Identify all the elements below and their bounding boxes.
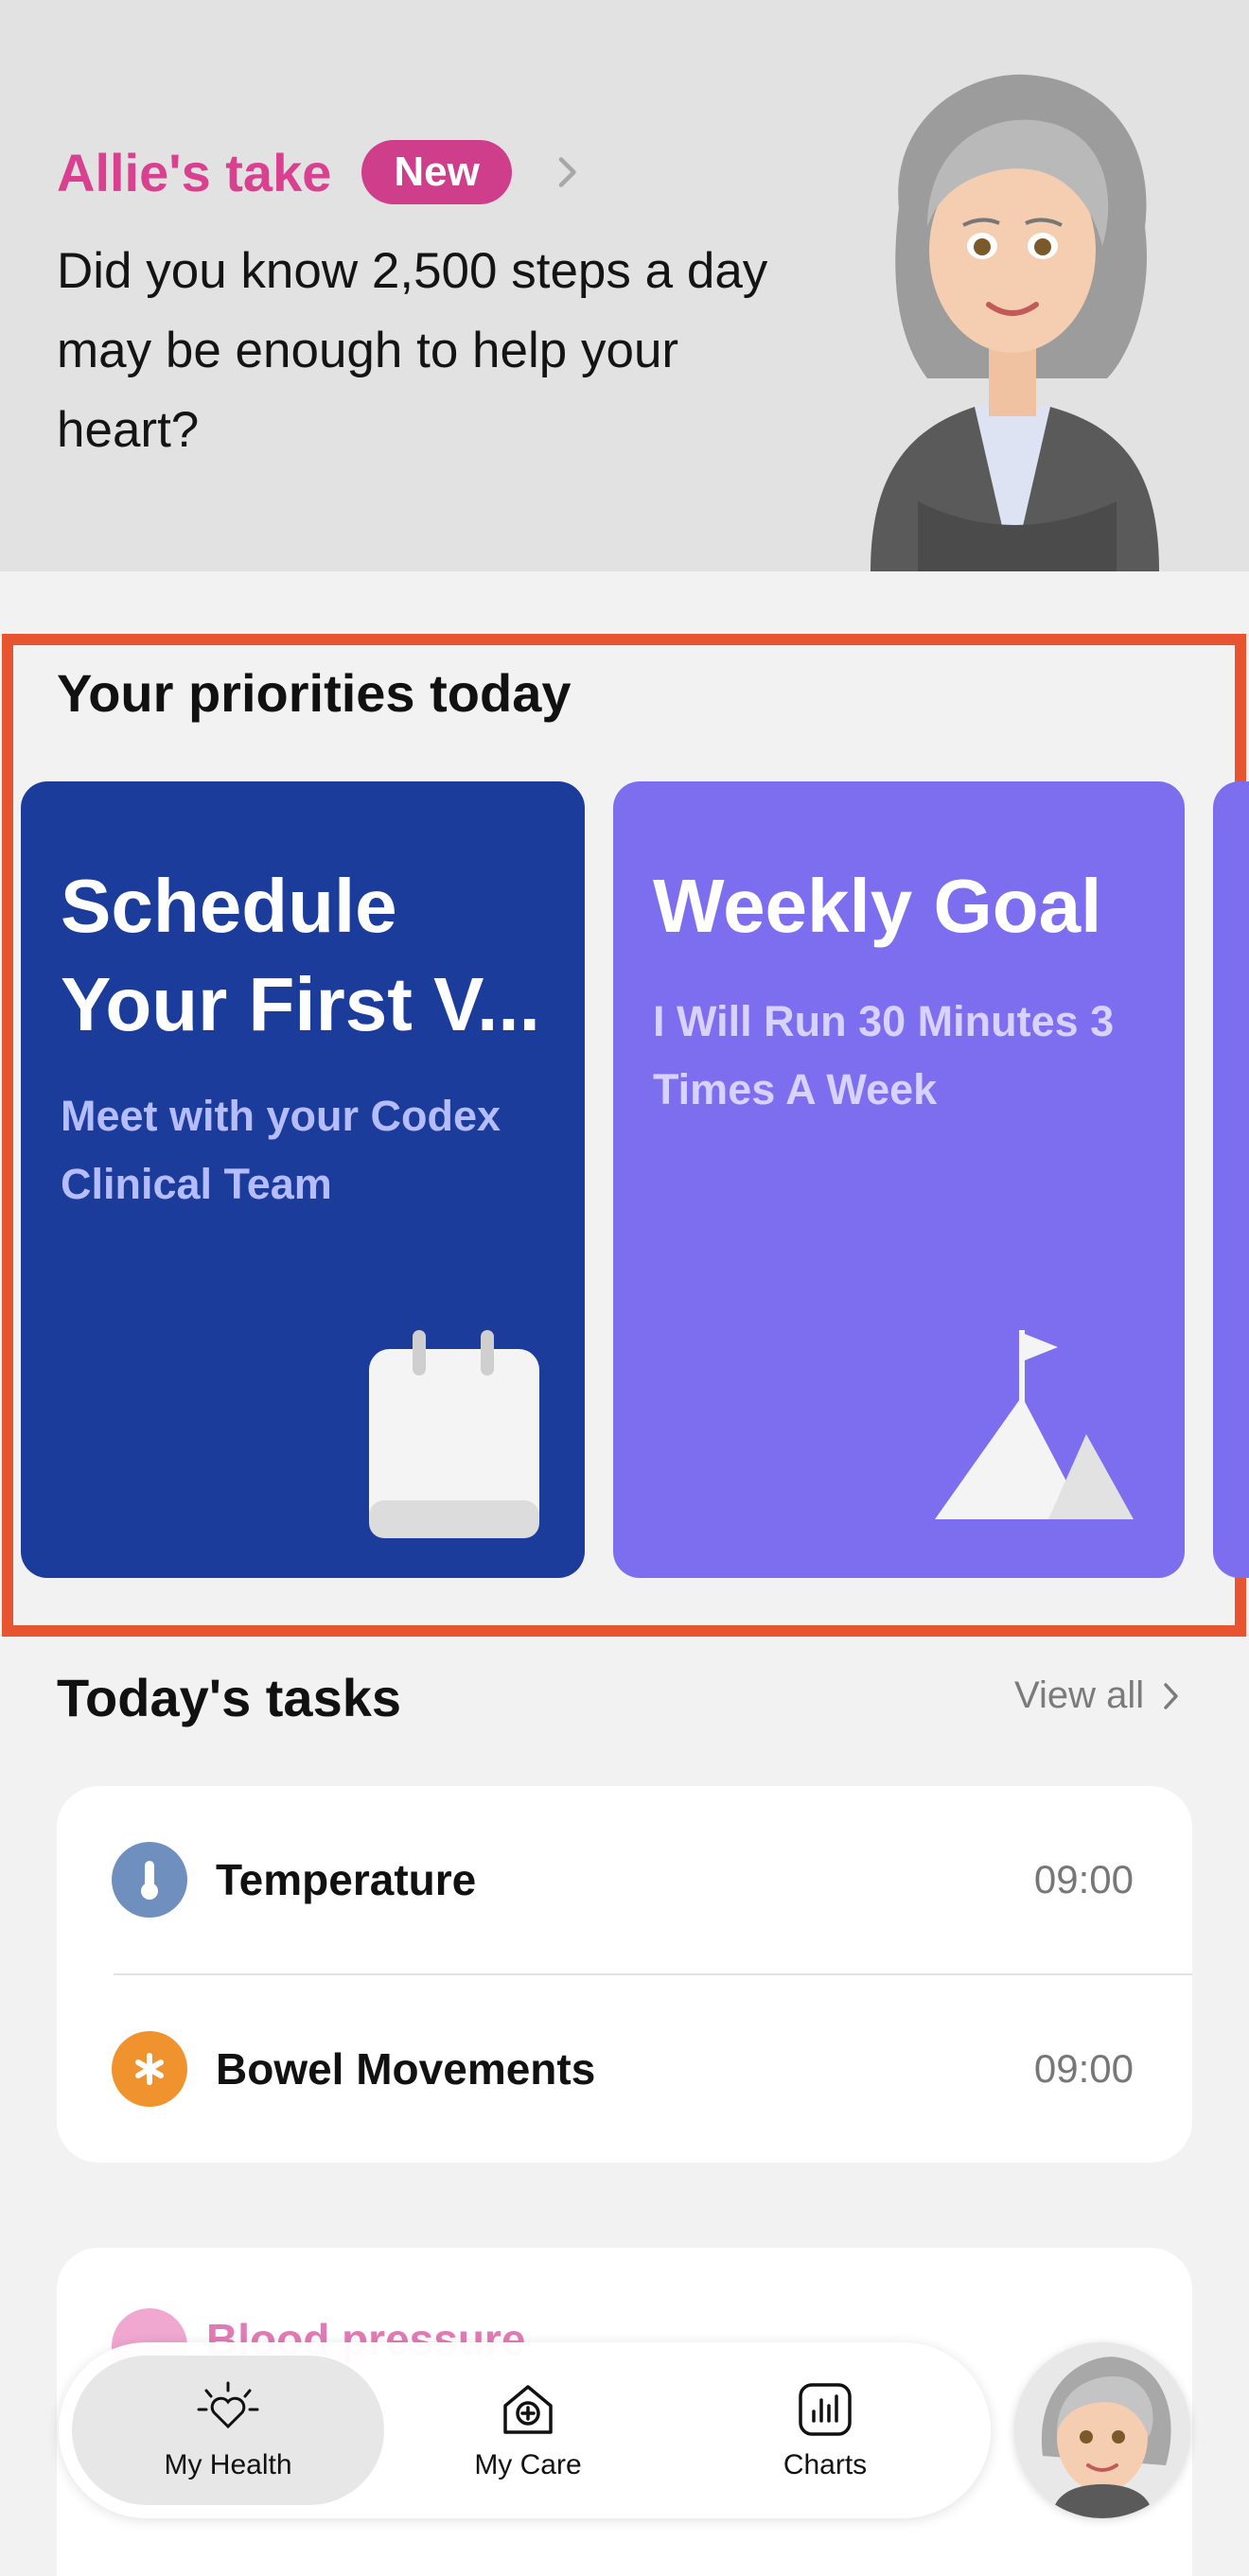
calendar-icon: [369, 1330, 539, 1538]
nav-label: My Health: [164, 2449, 292, 2480]
allie-avatar-button[interactable]: [1014, 2342, 1190, 2518]
view-all-label: View all: [1014, 1674, 1145, 1716]
nav-my-care[interactable]: My Care: [386, 2342, 670, 2518]
priority-card-next-peek[interactable]: [1213, 781, 1249, 1578]
allies-take-header[interactable]: Allie's take New: [57, 140, 584, 204]
new-badge: New: [361, 140, 512, 204]
allies-take-title: Allie's take: [57, 142, 332, 202]
allie-avatar-icon: [1041, 2357, 1171, 2518]
priority-card-subtitle: Meet with your Codex Clinical Team: [61, 1092, 501, 1208]
tasks-title: Today's tasks: [57, 1668, 401, 1727]
bar-chart-icon: [799, 2383, 852, 2436]
task-row-temperature[interactable]: Temperature 09:00: [57, 1786, 1192, 1973]
task-label: Temperature: [216, 1855, 477, 1904]
priority-card-title: Schedule Your First V...: [61, 864, 540, 1046]
mountain-flag-icon: [935, 1330, 1134, 1519]
allie-avatar-illustration: [871, 74, 1159, 571]
priority-card-subtitle: I Will Run 30 Minutes 3 Times A Week: [653, 997, 1115, 1113]
nav-my-health[interactable]: My Health: [72, 2342, 384, 2518]
task-row-bowel-movements[interactable]: Bowel Movements 09:00: [57, 1975, 1192, 2163]
chevron-right-icon[interactable]: [550, 155, 584, 189]
house-plus-icon: [503, 2385, 553, 2434]
chevron-right-icon: [1164, 1682, 1178, 1709]
priorities-title: Your priorities today: [57, 663, 572, 723]
tasks-list: Temperature 09:00 Bowel Movements 09:00: [57, 1786, 1192, 2163]
thermometer-icon: [112, 1842, 187, 1918]
priority-card-schedule-visit[interactable]: Schedule Your First V... Meet with your …: [21, 781, 585, 1578]
allies-take-message: Did you know 2,500 steps a day may be en…: [57, 243, 768, 458]
priority-card-weekly-goal[interactable]: Weekly Goal I Will Run 30 Minutes 3 Time…: [613, 781, 1185, 1578]
nav-label: Charts: [783, 2449, 868, 2480]
task-label: Bowel Movements: [216, 2044, 596, 2094]
priority-card-title: Weekly Goal: [653, 864, 1102, 948]
nav-charts[interactable]: Charts: [683, 2342, 967, 2518]
asterisk-icon: [112, 2031, 187, 2107]
allies-take-banner[interactable]: Allie's take New Did you know 2,500 step…: [0, 0, 1249, 571]
nav-label: My Care: [474, 2449, 582, 2480]
bottom-nav-bar: My Health My Care Charts: [59, 2342, 991, 2518]
task-time: 09:00: [1033, 1857, 1134, 1901]
task-time: 09:00: [1033, 2046, 1134, 2091]
heart-sun-icon: [197, 2381, 259, 2429]
view-all-link[interactable]: View all: [1014, 1674, 1182, 1717]
